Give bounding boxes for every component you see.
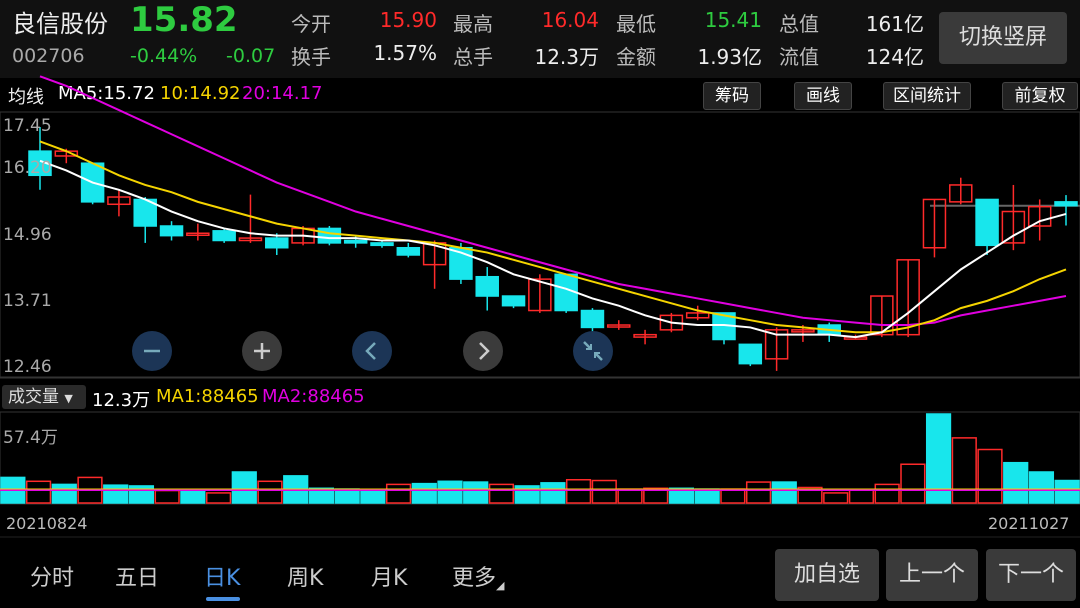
quote-value: 124亿 xyxy=(865,45,924,69)
candle-down xyxy=(370,242,394,247)
start-date: 20210824 xyxy=(6,514,88,533)
previous-stock-button[interactable]: 上一个 xyxy=(886,549,978,601)
ma5-line xyxy=(39,159,1067,339)
zoom-out-icon[interactable] xyxy=(132,331,172,371)
tab-month-k[interactable]: 月K xyxy=(371,560,407,592)
quote-value: 1.57% xyxy=(373,41,437,65)
volume-bar xyxy=(411,482,437,504)
volume-bar xyxy=(437,480,463,504)
volume-bar xyxy=(25,480,52,504)
tab-more[interactable]: 更多◢ xyxy=(452,560,504,592)
tab-more-label: 更多 xyxy=(452,566,497,591)
volume-bar xyxy=(951,437,977,504)
quote-value: 15.41 xyxy=(704,8,762,32)
candle-down xyxy=(501,295,526,307)
next-stock-button[interactable]: 下一个 xyxy=(986,549,1076,601)
end-date: 20211027 xyxy=(988,514,1070,533)
zoom-in-icon[interactable] xyxy=(242,331,282,371)
volume-bar xyxy=(463,481,489,504)
kline-chart[interactable] xyxy=(0,0,1080,608)
candle-down xyxy=(159,225,184,237)
price-tick-label: 17.45 xyxy=(3,116,52,136)
candle-down xyxy=(396,246,421,256)
tab-week-k[interactable]: 周K xyxy=(287,560,323,592)
volume-bar xyxy=(180,490,206,504)
volume-bar xyxy=(103,484,129,504)
quote-label: 金额 xyxy=(616,45,656,69)
quote-label: 总手 xyxy=(453,45,493,69)
volume-bar xyxy=(591,479,617,504)
volume-bar xyxy=(771,481,797,504)
candle-down xyxy=(265,237,289,249)
volume-bar xyxy=(823,492,849,504)
volume-ma1: MA1:88465 xyxy=(156,386,259,407)
dropdown-icon: ▼ xyxy=(64,392,73,405)
volume-bar xyxy=(745,481,772,504)
indicator-selector-label: 成交量 xyxy=(8,387,59,407)
quote-label: 最高 xyxy=(453,12,493,36)
volume-ma2: MA2:88465 xyxy=(262,386,365,407)
quote-label: 今开 xyxy=(291,12,331,36)
tab-day-k[interactable]: 日K xyxy=(204,560,240,592)
tab-minute[interactable]: 分时 xyxy=(30,560,74,592)
volume-bar xyxy=(977,448,1003,504)
tab-five-day[interactable]: 五日 xyxy=(115,560,159,592)
candle-down xyxy=(475,275,499,297)
volume-max-label: 57.4万 xyxy=(3,428,58,448)
volume-bar xyxy=(848,489,875,504)
ma10-line xyxy=(39,140,1067,334)
indicator-selector[interactable]: 成交量 ▼ xyxy=(2,385,86,409)
volume-bar xyxy=(514,485,540,504)
collapse-icon[interactable] xyxy=(573,331,613,371)
candle-down xyxy=(975,198,999,247)
add-watchlist-button[interactable]: 加自选 xyxy=(775,549,879,601)
volume-bar xyxy=(720,488,746,504)
candle-down xyxy=(343,239,368,244)
quote-label: 流值 xyxy=(779,45,819,69)
volume-bar xyxy=(385,483,412,504)
candle-down xyxy=(1054,201,1078,207)
scroll-left-icon[interactable] xyxy=(352,331,392,371)
volume-bar xyxy=(900,463,926,504)
volume-bar xyxy=(694,488,720,504)
volume-bar xyxy=(874,483,900,504)
volume-bar xyxy=(488,483,515,504)
volume-bar xyxy=(51,483,77,504)
volume-bar xyxy=(360,489,386,504)
volume-total: 12.3万 xyxy=(92,390,151,411)
price-tick-label: 12.46 xyxy=(3,357,52,377)
price-tick-label: 13.71 xyxy=(3,291,52,311)
volume-bar xyxy=(1054,479,1080,504)
price-tick-label: 16.20 xyxy=(3,158,52,178)
quote-value: 15.90 xyxy=(379,8,437,32)
candle-down xyxy=(580,309,605,329)
volume-bar xyxy=(565,478,592,504)
volume-bar xyxy=(257,480,283,504)
volume-bar xyxy=(334,488,360,504)
scroll-right-icon[interactable] xyxy=(463,331,503,371)
quote-value: 1.93亿 xyxy=(697,45,762,69)
volume-bar xyxy=(540,482,566,504)
quote-label: 换手 xyxy=(291,45,331,69)
quote-value: 16.04 xyxy=(541,8,599,32)
volume-bar xyxy=(617,488,643,504)
quote-value: 161亿 xyxy=(865,12,924,36)
quote-label: 总值 xyxy=(779,12,819,36)
candle-down xyxy=(212,230,236,242)
volume-bar xyxy=(128,485,155,504)
quote-value: 12.3万 xyxy=(534,45,599,69)
candle-down xyxy=(738,343,763,365)
candle-down xyxy=(317,227,342,244)
active-tab-indicator xyxy=(206,597,240,601)
corner-arrow-icon: ◢ xyxy=(496,579,505,592)
volume-bar xyxy=(154,489,180,504)
quote-label: 最低 xyxy=(616,12,656,36)
volume-bar xyxy=(1003,461,1029,504)
volume-bar xyxy=(231,471,257,504)
price-tick-label: 14.96 xyxy=(3,225,52,245)
volume-bar xyxy=(205,492,232,504)
volume-bar xyxy=(1028,471,1055,504)
